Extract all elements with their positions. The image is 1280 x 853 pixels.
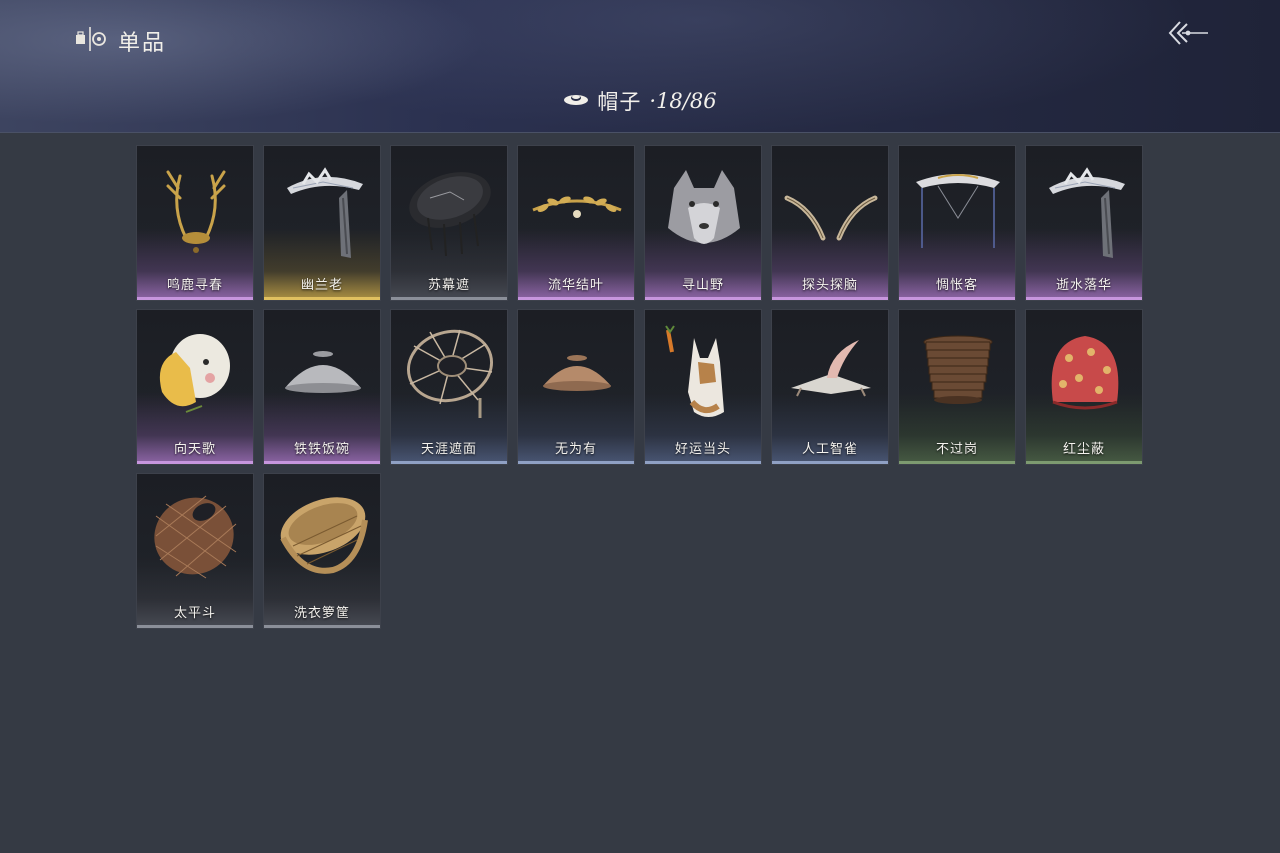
item-card[interactable]: 洗衣箩筐	[263, 473, 381, 629]
rarity-bar	[391, 297, 507, 300]
item-card[interactable]: 铁铁饭碗	[263, 309, 381, 465]
item-name: 太平斗	[173, 606, 216, 621]
item-card[interactable]: 幽兰老	[263, 145, 381, 301]
rarity-bar	[518, 461, 634, 464]
item-card[interactable]: 太平斗	[136, 473, 254, 629]
wardrobe-icon	[74, 24, 108, 58]
rarity-bar	[264, 461, 380, 464]
rarity-bar	[645, 461, 761, 464]
antler-crown-icon	[146, 158, 246, 258]
bird-hat-icon	[781, 322, 881, 422]
item-name: 向天歌	[173, 442, 216, 457]
item-name: 苏幕遮	[427, 278, 470, 293]
item-card[interactable]: 天涯遮面	[390, 309, 508, 465]
item-name: 流华结叶	[547, 278, 604, 293]
rarity-bar	[772, 297, 888, 300]
washing-basket-icon	[273, 486, 373, 586]
item-name: 洗衣箩筐	[293, 606, 350, 621]
rarity-bar	[899, 461, 1015, 464]
item-name: 探头探脑	[801, 278, 858, 293]
rarity-bar	[899, 297, 1015, 300]
feather-antennae-icon	[781, 158, 881, 258]
item-name: 铁铁饭碗	[293, 442, 350, 457]
item-grid: 鸣鹿寻春 幽兰老 苏幕遮 流华结叶 寻山野 探头探脑 惆怅客 逝水落华向天歌 铁铁饭碗 天涯遮面 无…	[136, 145, 1143, 629]
category-count: ·18/86	[649, 89, 717, 113]
item-card[interactable]: 好运当头	[644, 309, 762, 465]
page-title: 单品	[118, 31, 167, 56]
stacked-bowls-icon	[908, 322, 1008, 422]
veiled-hat-icon	[273, 158, 373, 258]
item-name: 幽兰老	[300, 278, 343, 293]
rarity-bar	[264, 297, 380, 300]
veiled-hat-icon	[1035, 158, 1135, 258]
item-card[interactable]: 人工智雀	[771, 309, 889, 465]
woven-basket-icon	[146, 486, 246, 586]
item-name: 无为有	[554, 442, 597, 457]
item-name: 寻山野	[681, 278, 724, 293]
rarity-bar	[518, 297, 634, 300]
item-name: 天涯遮面	[420, 442, 477, 457]
umbrella-hat-icon	[400, 322, 500, 422]
item-card[interactable]: 惆怅客	[898, 145, 1016, 301]
rarity-bar	[137, 461, 253, 464]
item-card[interactable]: 探头探脑	[771, 145, 889, 301]
clay-bowl-icon	[527, 322, 627, 422]
back-arrow-icon	[1166, 21, 1210, 56]
rarity-bar	[137, 297, 253, 300]
rarity-bar	[1026, 297, 1142, 300]
category-name: 帽子	[597, 90, 642, 114]
item-card[interactable]: 向天歌	[136, 309, 254, 465]
item-name: 红尘蔽	[1062, 442, 1105, 457]
item-card[interactable]: 无为有	[517, 309, 635, 465]
horse-head-icon	[654, 322, 754, 422]
rarity-bar	[772, 461, 888, 464]
golden-leaf-circlet-icon	[527, 158, 627, 258]
red-cloth-hood-icon	[1035, 322, 1135, 422]
item-name: 人工智雀	[801, 442, 858, 457]
hat-icon	[563, 91, 589, 111]
item-name: 鸣鹿寻春	[166, 278, 223, 293]
rarity-bar	[391, 461, 507, 464]
item-card[interactable]: 寻山野	[644, 145, 762, 301]
item-card[interactable]: 红尘蔽	[1025, 309, 1143, 465]
item-card[interactable]: 鸣鹿寻春	[136, 145, 254, 301]
rarity-bar	[264, 625, 380, 628]
wolf-head-icon	[654, 158, 754, 258]
item-card[interactable]: 不过岗	[898, 309, 1016, 465]
rarity-bar	[1026, 461, 1142, 464]
black-round-hat-icon	[400, 158, 500, 258]
goose-hood-icon	[146, 322, 246, 422]
item-card[interactable]: 苏幕遮	[390, 145, 508, 301]
back-button[interactable]	[1166, 18, 1210, 52]
item-name: 惆怅客	[935, 278, 978, 293]
item-card[interactable]: 流华结叶	[517, 145, 635, 301]
item-name: 逝水落华	[1055, 278, 1112, 293]
page-header: 单品	[74, 24, 166, 58]
item-name: 不过岗	[935, 442, 978, 457]
item-card[interactable]: 逝水落华	[1025, 145, 1143, 301]
item-name: 好运当头	[674, 442, 731, 457]
metal-bowl-icon	[273, 322, 373, 422]
rarity-bar	[645, 297, 761, 300]
wide-brim-hat-icon	[908, 158, 1008, 258]
rarity-bar	[137, 625, 253, 628]
top-bar: 单品 帽子 ·18/86	[0, 0, 1280, 133]
category-header: 帽子 ·18/86	[0, 84, 1280, 118]
